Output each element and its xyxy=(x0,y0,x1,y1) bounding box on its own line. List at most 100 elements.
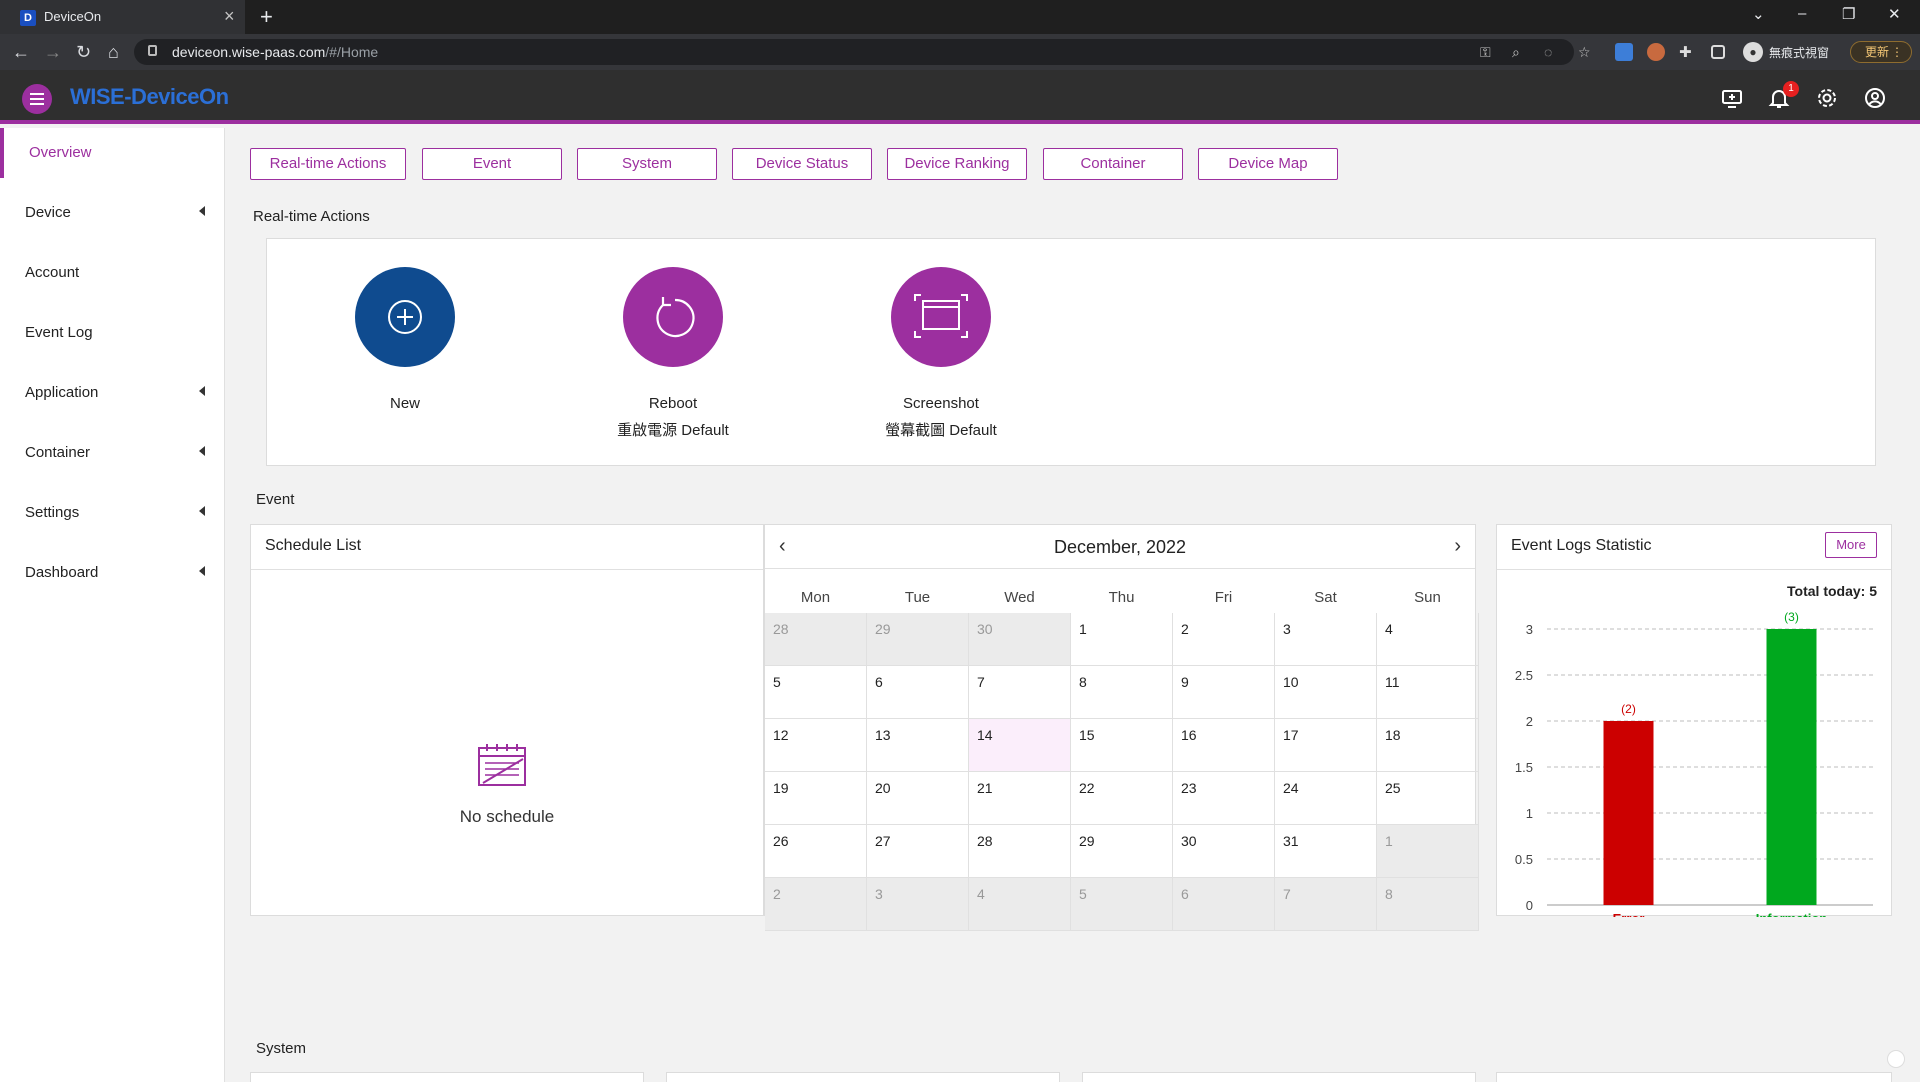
update-button[interactable]: 更新 ⋮ xyxy=(1850,41,1912,63)
schedule-list-card: Schedule List No schedule xyxy=(250,524,764,916)
user-account-icon[interactable] xyxy=(1863,86,1887,110)
quick-nav-container[interactable]: Container xyxy=(1043,148,1183,180)
calendar-day-cell[interactable]: 28 xyxy=(969,825,1071,878)
sidebar-item-dashboard[interactable]: Dashboard xyxy=(0,548,225,598)
calendar-day-cell[interactable]: 30 xyxy=(1173,825,1275,878)
action-reboot[interactable]: Reboot 重啟電源 Default xyxy=(583,267,763,457)
calendar-day-cell[interactable]: 27 xyxy=(867,825,969,878)
sidebar-item-settings[interactable]: Settings xyxy=(0,488,225,538)
home-icon[interactable]: ⌂ xyxy=(108,42,119,63)
calendar-day-cell[interactable]: 6 xyxy=(867,666,969,719)
calendar-day-cell[interactable]: 14 xyxy=(969,719,1071,772)
translate-extension-icon[interactable] xyxy=(1615,43,1633,61)
caret-left-icon xyxy=(199,506,205,516)
quick-nav-device-status[interactable]: Device Status xyxy=(732,148,872,180)
sidebar-item-overview[interactable]: Overview xyxy=(0,128,225,178)
calendar-day-cell[interactable]: 24 xyxy=(1275,772,1377,825)
sidebar: Overview Device Account Event Log Applic… xyxy=(0,128,225,1082)
extension-icon[interactable] xyxy=(1647,43,1665,61)
calendar-day-cell[interactable]: 10 xyxy=(1275,666,1377,719)
calendar-day-cell[interactable]: 5 xyxy=(1071,878,1173,931)
close-window-icon[interactable]: ✕ xyxy=(1888,5,1901,23)
side-panel-icon[interactable] xyxy=(1711,45,1725,59)
calendar-day-cell[interactable]: 29 xyxy=(867,613,969,666)
tab-search-icon[interactable]: ⌄ xyxy=(1752,5,1765,23)
calendar-day-cell[interactable]: 25 xyxy=(1377,772,1479,825)
calendar-day-cell[interactable]: 11 xyxy=(1377,666,1479,719)
calendar-weekday: Sun xyxy=(1414,589,1441,606)
calendar-day-cell[interactable]: 19 xyxy=(765,772,867,825)
calendar-day-cell[interactable]: 13 xyxy=(867,719,969,772)
calendar-day-cell[interactable]: 12 xyxy=(765,719,867,772)
zoom-icon[interactable]: ⌕ xyxy=(1512,44,1520,61)
calendar-weekday: Mon xyxy=(800,589,831,606)
calendar-day-cell[interactable]: 4 xyxy=(1377,613,1479,666)
calendar-day-cell[interactable]: 18 xyxy=(1377,719,1479,772)
empty-calendar-icon xyxy=(477,743,527,787)
calendar-day-cell[interactable]: 2 xyxy=(1173,613,1275,666)
calendar-day-cell[interactable]: 3 xyxy=(867,878,969,931)
calendar-day-cell[interactable]: 30 xyxy=(969,613,1071,666)
sidebar-item-event-log[interactable]: Event Log xyxy=(0,308,225,358)
chevron-right-icon[interactable]: › xyxy=(1454,535,1461,558)
action-new[interactable]: New xyxy=(315,267,495,457)
calendar-day-cell[interactable]: 17 xyxy=(1275,719,1377,772)
calendar-day-cell[interactable]: 31 xyxy=(1275,825,1377,878)
calendar-day-cell[interactable]: 22 xyxy=(1071,772,1173,825)
sidebar-item-container[interactable]: Container xyxy=(0,428,225,478)
calendar-day-cell[interactable]: 29 xyxy=(1071,825,1173,878)
calendar-day-cell[interactable]: 20 xyxy=(867,772,969,825)
url-field[interactable]: deviceon.wise-paas.com/#/Home ⚿ ⌕ ◌ ☆ xyxy=(134,39,1591,65)
calendar-day-cell[interactable]: 8 xyxy=(1377,878,1479,931)
calendar-day-cell[interactable]: 9 xyxy=(1173,666,1275,719)
restore-icon[interactable]: ❐ xyxy=(1842,5,1855,23)
back-icon[interactable]: ← xyxy=(12,42,30,63)
star-icon[interactable]: ☆ xyxy=(1578,44,1591,61)
bar-information[interactable] xyxy=(1766,629,1817,905)
quick-nav-device-map[interactable]: Device Map xyxy=(1198,148,1338,180)
calendar-day-cell[interactable]: 5 xyxy=(765,666,867,719)
sidebar-item-account[interactable]: Account xyxy=(0,248,225,298)
plus-circle-icon[interactable] xyxy=(355,267,455,367)
browser-tab-bar: D DeviceOn × + ⌄ – ❐ ✕ xyxy=(0,0,1920,34)
new-tab-icon[interactable]: + xyxy=(260,4,273,30)
gear-icon[interactable] xyxy=(1815,86,1839,110)
quick-nav-realtime-actions[interactable]: Real-time Actions xyxy=(250,148,406,180)
sidebar-item-application[interactable]: Application xyxy=(0,368,225,418)
reboot-icon[interactable] xyxy=(623,267,723,367)
quick-nav-device-ranking[interactable]: Device Ranking xyxy=(887,148,1027,180)
calendar-day-cell[interactable]: 1 xyxy=(1377,825,1479,878)
calendar-day-cell[interactable]: 4 xyxy=(969,878,1071,931)
calendar-day-cell[interactable]: 8 xyxy=(1071,666,1173,719)
screenshot-icon[interactable] xyxy=(891,267,991,367)
hamburger-menu-icon[interactable] xyxy=(22,84,52,114)
calendar-day-cell[interactable]: 7 xyxy=(1275,878,1377,931)
calendar-day-cell[interactable]: 1 xyxy=(1071,613,1173,666)
browser-tab[interactable]: D DeviceOn × xyxy=(0,0,245,34)
calendar-day-cell[interactable]: 23 xyxy=(1173,772,1275,825)
puzzle-icon[interactable]: ✚ xyxy=(1679,43,1697,61)
action-screenshot[interactable]: Screenshot 螢幕截圖 Default xyxy=(851,267,1031,457)
calendar-day-cell[interactable]: 28 xyxy=(765,613,867,666)
calendar-day-cell[interactable]: 15 xyxy=(1071,719,1173,772)
calendar-day-cell[interactable]: 16 xyxy=(1173,719,1275,772)
calendar-day-cell[interactable]: 7 xyxy=(969,666,1071,719)
device-add-icon[interactable] xyxy=(1720,86,1744,110)
calendar-day-cell[interactable]: 2 xyxy=(765,878,867,931)
tab-close-icon[interactable]: × xyxy=(224,6,235,27)
calendar-day-cell[interactable]: 6 xyxy=(1173,878,1275,931)
quick-nav-event[interactable]: Event xyxy=(422,148,562,180)
calendar-day-cell[interactable]: 26 xyxy=(765,825,867,878)
bar-error[interactable] xyxy=(1603,721,1654,905)
reload-icon[interactable]: ↻ xyxy=(76,42,91,63)
eye-off-icon[interactable]: ◌ xyxy=(1544,44,1552,60)
sidebar-item-device[interactable]: Device xyxy=(0,188,225,238)
forward-icon[interactable]: → xyxy=(44,42,62,63)
realtime-actions-panel: New Reboot 重啟電源 Default Screenshot 螢幕截圖 … xyxy=(266,238,1876,466)
calendar-day-cell[interactable]: 21 xyxy=(969,772,1071,825)
caret-left-icon xyxy=(199,206,205,216)
calendar-day-cell[interactable]: 3 xyxy=(1275,613,1377,666)
quick-nav-system[interactable]: System xyxy=(577,148,717,180)
minimize-icon[interactable]: – xyxy=(1798,5,1806,22)
key-icon[interactable]: ⚿ xyxy=(1480,44,1491,61)
